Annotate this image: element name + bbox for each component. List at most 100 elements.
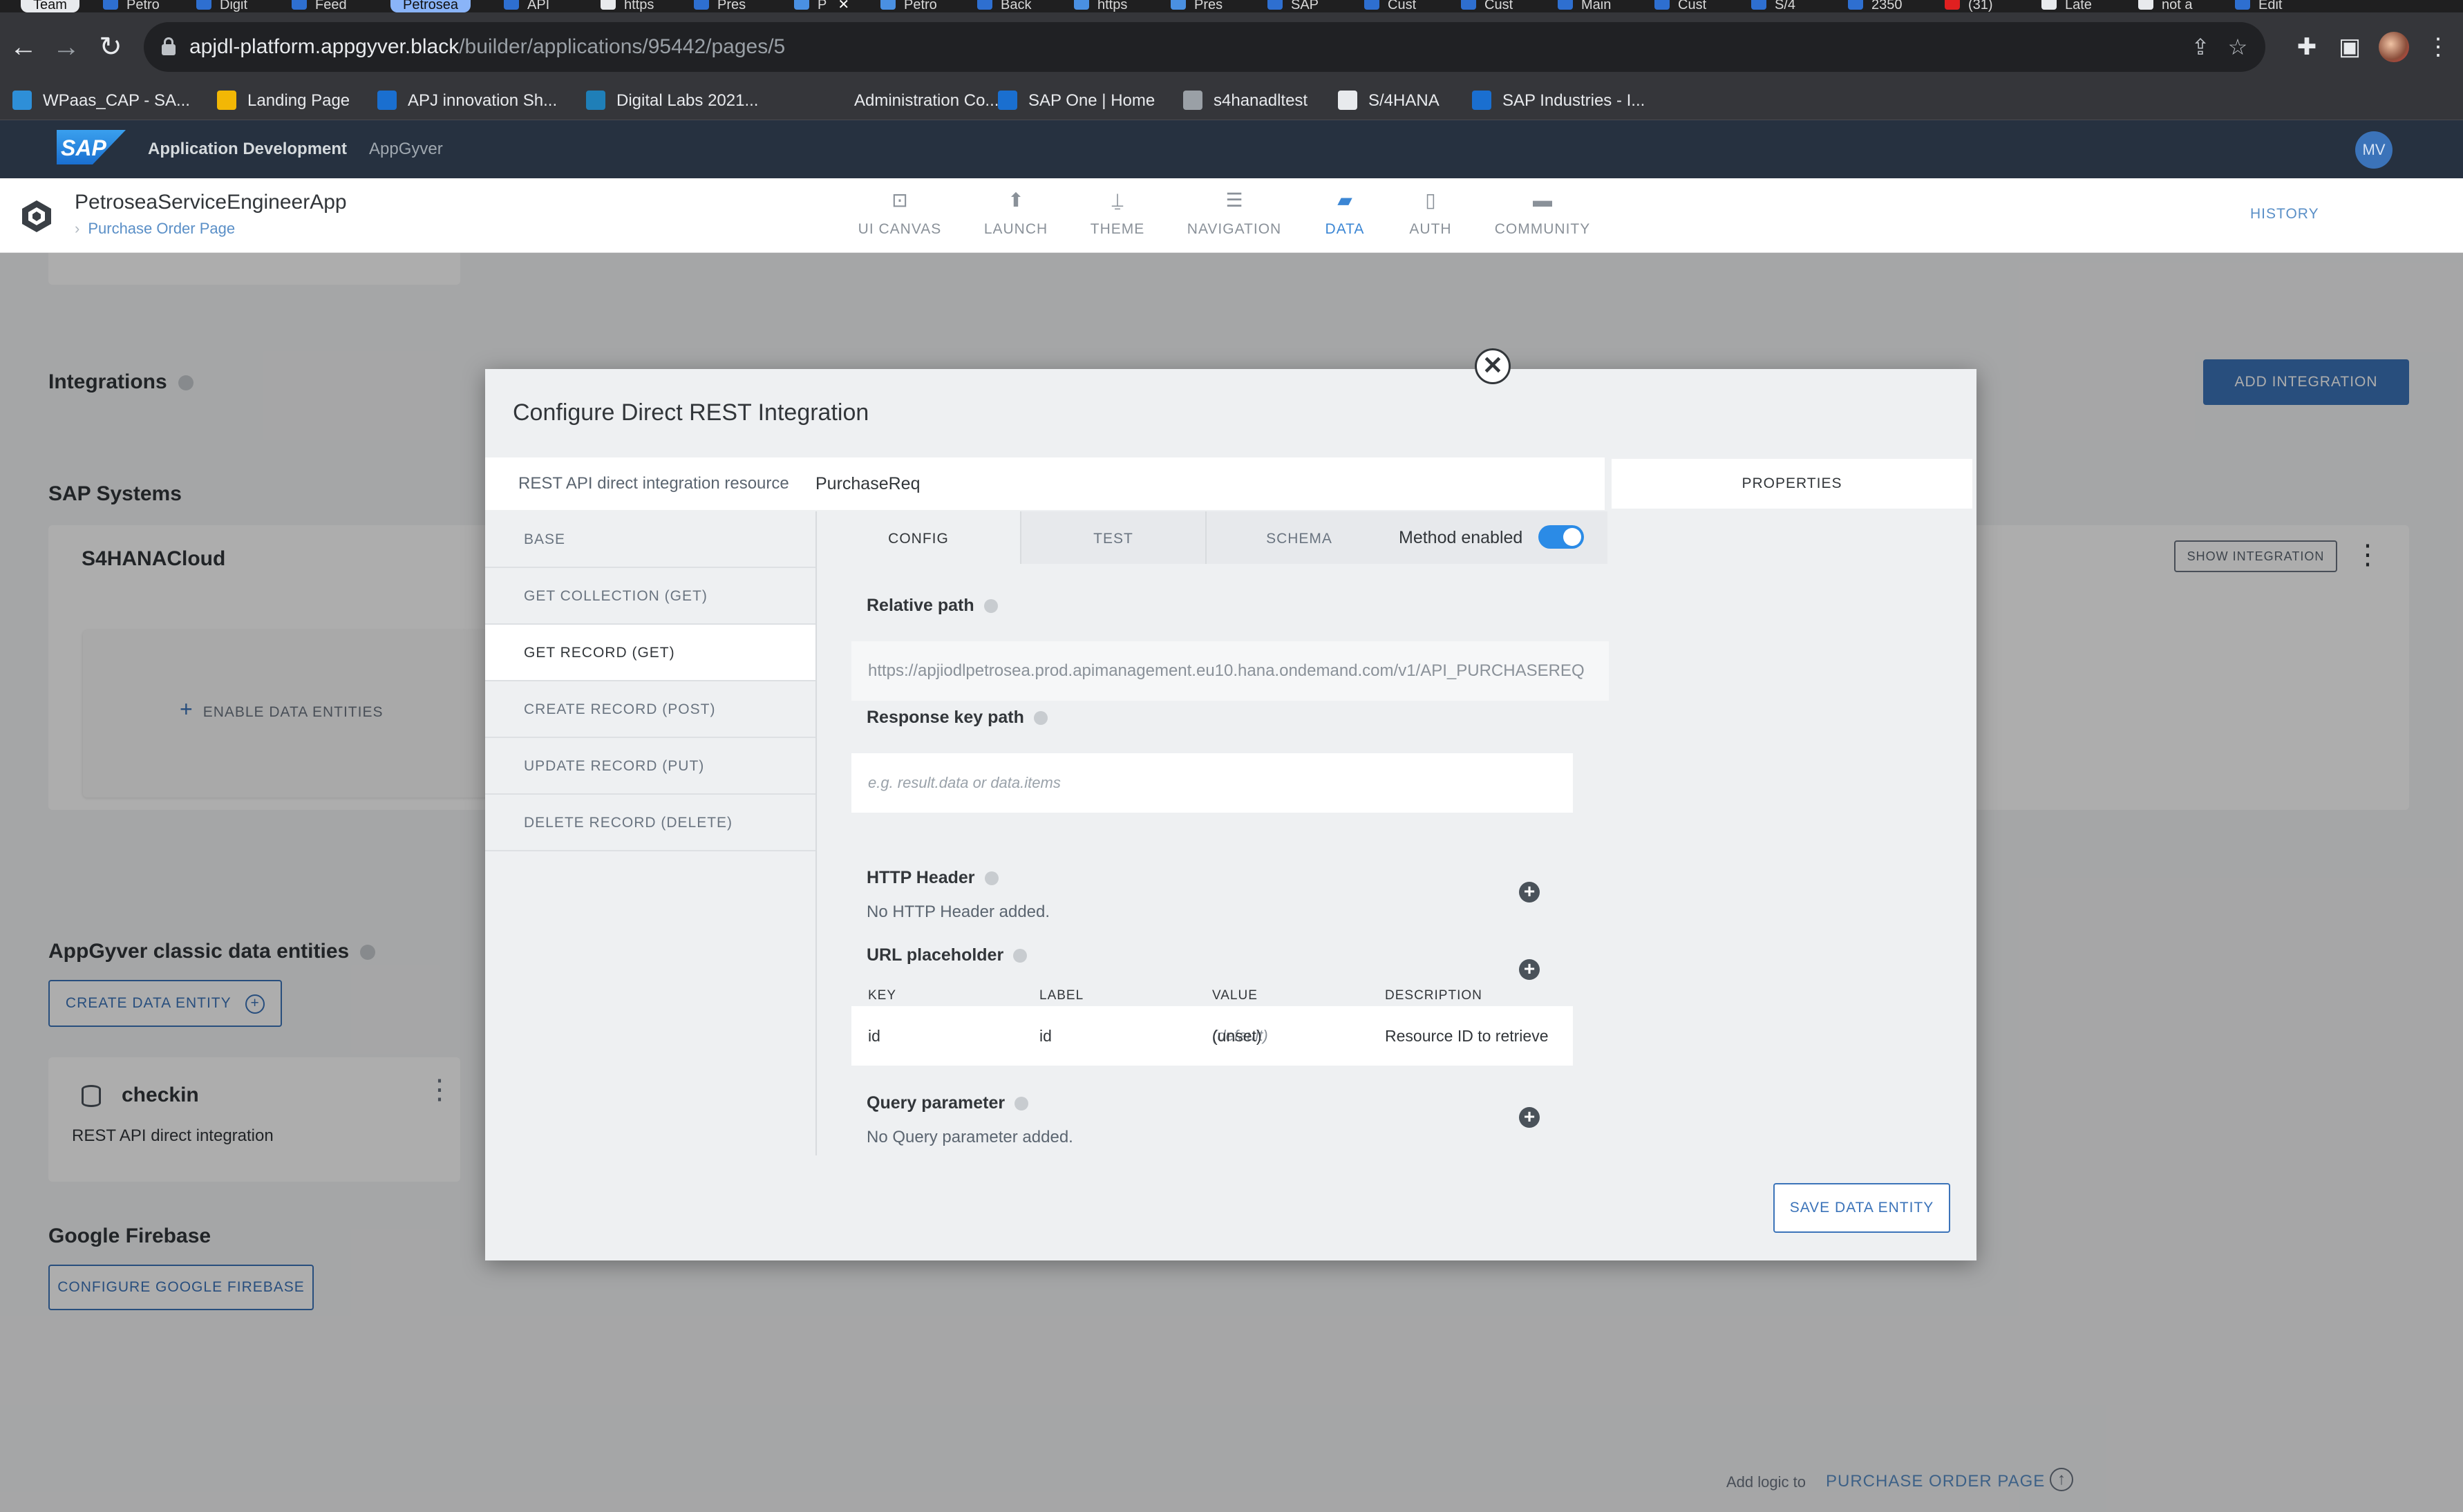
bookmark-item[interactable]: SAP One | Home: [998, 82, 1155, 120]
info-icon[interactable]: [1015, 1097, 1029, 1111]
forward-arrow-icon[interactable]: →: [44, 25, 88, 69]
launch-icon: ⬆: [1008, 189, 1024, 211]
breadcrumb[interactable]: › Purchase Order Page: [75, 220, 235, 238]
browser-tab[interactable]: SAP: [1258, 0, 1319, 12]
browser-tab[interactable]: P ✕: [784, 0, 849, 12]
user-avatar[interactable]: MV: [2355, 131, 2393, 169]
tab-favicon-icon: [1074, 0, 1089, 10]
method-enabled-toggle[interactable]: [1538, 525, 1584, 549]
bookmark-item[interactable]: Administration Co...: [824, 82, 999, 120]
browser-tab[interactable]: Petrosea: [390, 0, 471, 12]
browser-toolbar: ← → ↻ apjdl-platform.appgyver.black/buil…: [0, 12, 2463, 82]
add-placeholder-icon[interactable]: +: [1519, 959, 1540, 980]
bookmark-item[interactable]: WPaas_CAP - SA...: [12, 82, 190, 120]
browser-tab[interactable]: 2350: [1838, 0, 1903, 12]
puzzle-icon[interactable]: ✚: [2293, 33, 2321, 61]
bookmark-favicon-icon: [1183, 90, 1202, 110]
browser-tab[interactable]: (31): [1935, 0, 1993, 12]
properties-tab[interactable]: PROPERTIES: [1612, 459, 1972, 509]
browser-tab[interactable]: https: [1064, 0, 1127, 12]
browser-tab[interactable]: Feed: [282, 0, 347, 12]
add-header-icon[interactable]: +: [1519, 882, 1540, 903]
reload-icon[interactable]: ↻: [88, 25, 133, 69]
share-icon[interactable]: ⇪: [2188, 35, 2213, 59]
info-icon[interactable]: [983, 599, 998, 614]
nav-label: COMMUNITY: [1494, 221, 1591, 237]
breadcrumb-chevron-icon: ›: [75, 220, 80, 237]
placeholder-label: id: [1039, 1027, 1052, 1045]
kebab-menu-icon[interactable]: ⋮: [2424, 33, 2452, 61]
method-item[interactable]: GET RECORD (GET): [485, 625, 815, 681]
bookmark-item[interactable]: SAP Industries - I...: [1472, 82, 1645, 120]
browser-tab[interactable]: Pres: [684, 0, 746, 12]
tab-favicon-icon: [103, 0, 118, 10]
breadcrumb-page[interactable]: Purchase Order Page: [88, 220, 235, 237]
tab-favicon-icon: [1364, 0, 1379, 10]
browser-tab[interactable]: Team: [21, 0, 79, 12]
placeholder-row[interactable]: id id (unset) (default) Resource ID to r…: [851, 1006, 1573, 1066]
resource-bar: REST API direct integration resource Pur…: [485, 457, 1605, 510]
browser-tab[interactable]: Edit: [2225, 0, 2282, 12]
save-data-entity-button[interactable]: SAVE DATA ENTITY: [1773, 1183, 1950, 1233]
app-name: PetroseaServiceEngineerApp: [75, 191, 347, 214]
tab-close-icon[interactable]: ✕: [838, 0, 849, 12]
browser-tab[interactable]: API: [494, 0, 549, 12]
col-value: VALUE: [1212, 988, 1258, 1003]
bookmark-favicon-icon: [998, 90, 1017, 110]
browser-tab[interactable]: S/4: [1742, 0, 1795, 12]
url-text[interactable]: apjdl-platform.appgyver.black/builder/ap…: [189, 22, 785, 72]
relative-path-input[interactable]: https://apjiodlpetrosea.prod.apimanageme…: [851, 641, 1609, 701]
lock-icon[interactable]: [162, 37, 176, 55]
bookmark-item[interactable]: s4hanadltest: [1183, 82, 1308, 120]
browser-tab[interactable]: Back: [968, 0, 1031, 12]
resource-name[interactable]: PurchaseReq: [815, 457, 920, 510]
add-query-param-icon[interactable]: +: [1519, 1107, 1540, 1128]
bookmark-star-icon[interactable]: ☆: [2225, 35, 2250, 59]
configure-rest-modal: Configure Direct REST Integration REST A…: [485, 369, 1976, 1260]
browser-tab[interactable]: Cust: [1645, 0, 1706, 12]
browser-tab[interactable]: https: [591, 0, 654, 12]
browser-tab[interactable]: Petro: [871, 0, 937, 12]
browser-tab[interactable]: Main: [1548, 0, 1611, 12]
bookmark-item[interactable]: APJ innovation Sh...: [377, 82, 557, 120]
tab-config[interactable]: CONFIG: [817, 511, 1021, 564]
method-item[interactable]: DELETE RECORD (DELETE): [485, 795, 815, 851]
browser-tab[interactable]: Petro: [93, 0, 160, 12]
tab-test[interactable]: TEST: [1021, 511, 1207, 564]
sap-logo[interactable]: SAP: [57, 130, 126, 164]
browser-tab[interactable]: Cust: [1451, 0, 1513, 12]
bookmark-item[interactable]: S/4HANA: [1338, 82, 1440, 120]
browser-tab-label: (31): [1968, 0, 1993, 12]
tab-favicon-icon: [292, 0, 307, 10]
info-icon[interactable]: [984, 871, 999, 886]
nav-community[interactable]: ▬ COMMUNITY: [1473, 191, 1612, 238]
url-placeholder-label: URL placeholder: [867, 945, 1028, 965]
side-panel-icon[interactable]: ▣: [2336, 33, 2363, 61]
info-icon[interactable]: [1013, 949, 1028, 963]
browser-tab[interactable]: Pres: [1161, 0, 1223, 12]
bookmark-item[interactable]: Landing Page: [217, 82, 350, 120]
response-key-input[interactable]: e.g. result.data or data.items: [851, 753, 1573, 813]
browser-tab[interactable]: Digit: [187, 0, 247, 12]
method-item[interactable]: GET COLLECTION (GET): [485, 568, 815, 625]
method-item[interactable]: BASE: [485, 511, 815, 568]
method-list: BASE GET COLLECTION (GET) GET RECORD (GET)…: [485, 511, 815, 854]
method-item[interactable]: UPDATE RECORD (PUT): [485, 738, 815, 795]
browser-profile-avatar[interactable]: [2379, 32, 2409, 62]
browser-tab[interactable]: not a: [2129, 0, 2192, 12]
bookmark-favicon-icon: [217, 90, 236, 110]
browser-tab[interactable]: Cust: [1355, 0, 1416, 12]
tab-schema[interactable]: SCHEMA: [1207, 511, 1392, 564]
back-arrow-icon[interactable]: ←: [1, 25, 46, 69]
placeholder-value[interactable]: (unset) (default): [1212, 1006, 1268, 1066]
tab-favicon-icon: [2138, 0, 2153, 10]
browser-tab[interactable]: Late: [2032, 0, 2092, 12]
history-button[interactable]: HISTORY: [2250, 206, 2319, 223]
appgyver-logo-icon[interactable]: [19, 199, 54, 234]
bookmark-item[interactable]: Digital Labs 2021...: [586, 82, 758, 120]
close-icon[interactable]: ✕: [1475, 348, 1511, 384]
address-bar[interactable]: apjdl-platform.appgyver.black/builder/ap…: [144, 22, 2265, 72]
browser-tab-label: Petro: [904, 0, 937, 12]
info-icon[interactable]: [1033, 711, 1048, 726]
method-item[interactable]: CREATE RECORD (POST): [485, 681, 815, 738]
